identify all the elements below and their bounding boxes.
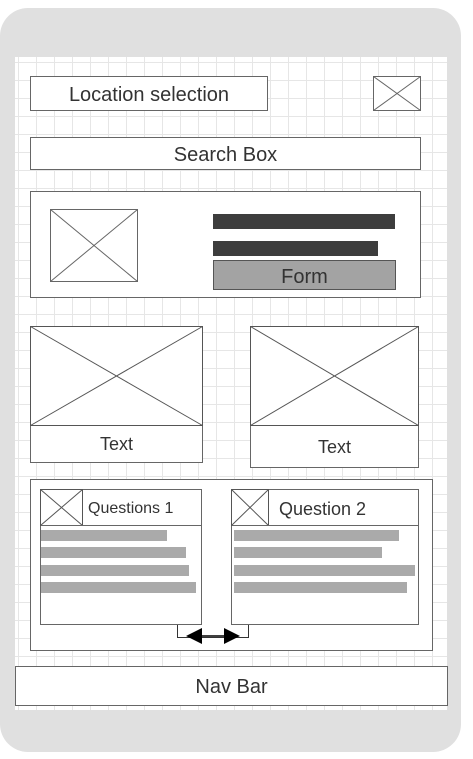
question-card[interactable]: Question 2 [231,489,419,625]
content-tile[interactable]: Text [250,326,419,468]
question-title: Questions 1 [88,500,174,517]
image-placeholder-icon [231,489,269,526]
question-header-divider [232,525,418,526]
nav-bar[interactable]: Nav Bar [15,666,448,706]
text-placeholder-bar [213,214,395,229]
arrow-right-icon[interactable] [224,628,240,644]
question-title: Question 2 [279,499,367,519]
image-placeholder-icon[interactable] [373,76,421,111]
tile-text: Text [99,434,133,454]
image-placeholder-icon [40,489,83,526]
image-placeholder-icon [250,326,419,426]
text-placeholder-bar [41,547,186,558]
text-placeholder-bar [213,241,378,256]
text-placeholder-bar [234,547,382,558]
arrow-left-icon[interactable] [186,628,202,644]
location-selector-label: Location selection [68,84,230,106]
question-header-divider [41,525,201,526]
content-tile[interactable]: Text [30,326,203,463]
question-card[interactable]: Questions 1 [40,489,202,625]
location-selector[interactable]: Location selection [30,76,268,111]
tile-text: Text [317,437,351,457]
search-input-label: Search Box [173,144,278,166]
text-placeholder-bar [234,530,399,541]
image-placeholder-icon [50,209,138,282]
text-placeholder-bar [41,565,189,576]
carousel-arrows[interactable] [176,625,250,647]
text-placeholder-bar [41,582,196,593]
text-placeholder-bar [234,582,407,593]
form-button-label: Form [281,266,328,288]
nav-bar-label: Nav Bar [195,676,268,698]
form-button[interactable]: Form [213,260,396,290]
search-input[interactable]: Search Box [30,137,421,170]
image-placeholder-icon [30,326,203,426]
text-placeholder-bar [41,530,167,541]
text-placeholder-bar [234,565,415,576]
